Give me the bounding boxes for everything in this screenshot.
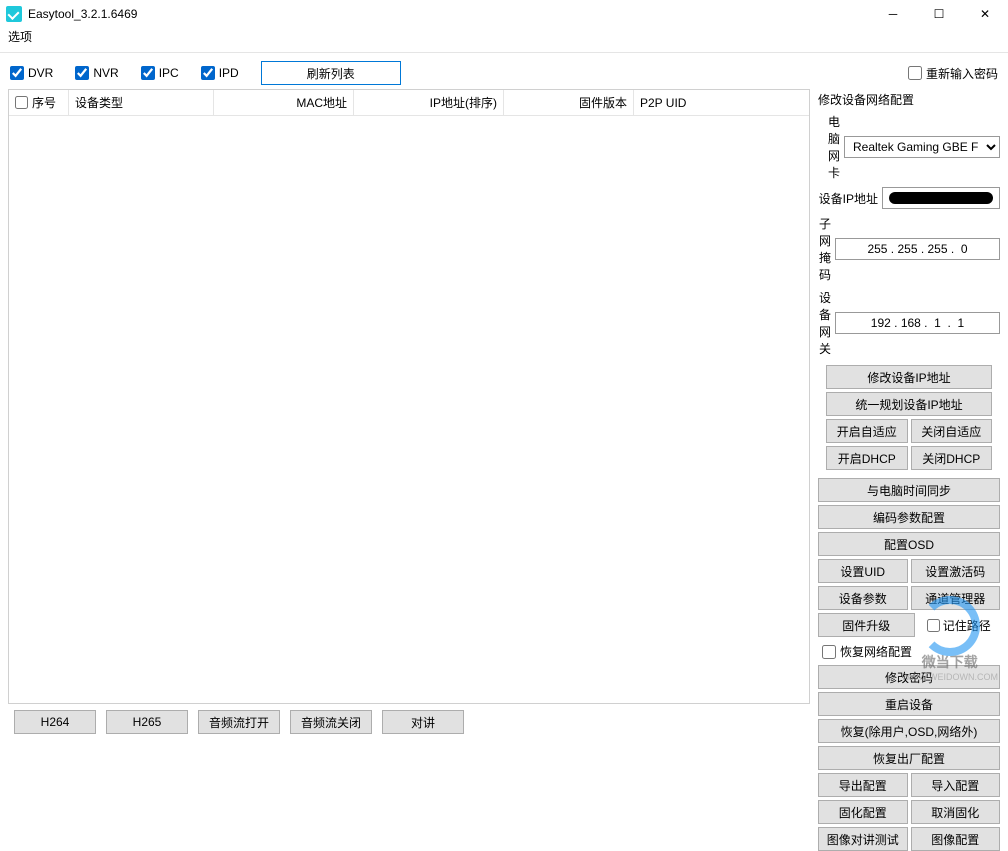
intercom-button[interactable]: 对讲 — [382, 710, 464, 734]
set-uid-button[interactable]: 设置UID — [818, 559, 908, 583]
checkbox-nvr[interactable]: NVR — [75, 66, 118, 80]
th-ip[interactable]: IP地址(排序) — [354, 90, 504, 115]
restore-network-checkbox[interactable]: 恢复网络配置 — [822, 643, 1000, 660]
table-header: 序号 设备类型 MAC地址 IP地址(排序) 固件版本 P2P UID — [9, 90, 809, 116]
checkbox-dvr-input[interactable] — [10, 66, 24, 80]
refresh-button[interactable]: 刷新列表 — [261, 61, 401, 85]
th-mac[interactable]: MAC地址 — [214, 90, 354, 115]
menu-options[interactable]: 选项 — [8, 30, 32, 44]
checkbox-ipd[interactable]: IPD — [201, 66, 239, 80]
nic-label: 电脑网卡 — [818, 113, 840, 181]
th-p2p[interactable]: P2P UID — [634, 90, 809, 115]
h264-button[interactable]: H264 — [14, 710, 96, 734]
window-title: Easytool_3.2.1.6469 — [28, 7, 137, 21]
checkbox-reenter-password-input[interactable] — [908, 66, 922, 80]
restore-except-button[interactable]: 恢复(除用户,OSD,网络外) — [818, 719, 1000, 743]
checkbox-nvr-label: NVR — [93, 66, 118, 80]
restart-device-button[interactable]: 重启设备 — [818, 692, 1000, 716]
select-all-checkbox[interactable] — [15, 96, 28, 109]
image-config-button[interactable]: 图像配置 — [911, 827, 1001, 851]
th-device-type[interactable]: 设备类型 — [69, 90, 214, 115]
enable-dhcp-button[interactable]: 开启DHCP — [826, 446, 908, 470]
th-seq-label: 序号 — [32, 94, 56, 111]
export-config-button[interactable]: 导出配置 — [818, 773, 908, 797]
solidify-config-button[interactable]: 固化配置 — [818, 800, 908, 824]
checkbox-ipc[interactable]: IPC — [141, 66, 179, 80]
checkbox-dvr[interactable]: DVR — [10, 66, 53, 80]
remember-path-label: 记住路径 — [943, 617, 991, 634]
gateway-label: 设备网关 — [818, 289, 831, 357]
remember-path-input[interactable] — [927, 619, 940, 632]
audio-close-button[interactable]: 音频流关闭 — [290, 710, 372, 734]
subnet-input[interactable] — [835, 238, 1000, 260]
toolbar: DVR NVR IPC IPD 刷新列表 重新输入密码 — [0, 57, 1008, 89]
checkbox-reenter-password[interactable]: 重新输入密码 — [908, 65, 998, 82]
separator — [0, 52, 1008, 53]
time-sync-button[interactable]: 与电脑时间同步 — [818, 478, 1000, 502]
osd-config-button[interactable]: 配置OSD — [818, 532, 1000, 556]
checkbox-reenter-password-label: 重新输入密码 — [926, 65, 998, 82]
device-table[interactable]: 序号 设备类型 MAC地址 IP地址(排序) 固件版本 P2P UID — [8, 89, 810, 704]
app-icon — [6, 6, 22, 22]
disable-adaptive-button[interactable]: 关闭自适应 — [911, 419, 993, 443]
subnet-label: 子网掩码 — [818, 215, 831, 283]
enable-adaptive-button[interactable]: 开启自适应 — [826, 419, 908, 443]
image-intercom-test-button[interactable]: 图像对讲测试 — [818, 827, 908, 851]
restore-factory-button[interactable]: 恢复出厂配置 — [818, 746, 1000, 770]
nic-select[interactable]: Realtek Gaming GBE F — [844, 136, 1000, 158]
restore-network-label: 恢复网络配置 — [840, 643, 912, 660]
table-body — [9, 116, 809, 676]
network-config-panel: 修改设备网络配置 电脑网卡 Realtek Gaming GBE F 设备IP地… — [810, 89, 1004, 704]
modify-password-button[interactable]: 修改密码 — [818, 665, 1000, 689]
modify-ip-button[interactable]: 修改设备IP地址 — [826, 365, 992, 389]
maximize-button[interactable]: ☐ — [916, 0, 962, 28]
encode-config-button[interactable]: 编码参数配置 — [818, 505, 1000, 529]
audio-open-button[interactable]: 音频流打开 — [198, 710, 280, 734]
close-button[interactable]: ✕ — [962, 0, 1008, 28]
minimize-button[interactable]: ─ — [870, 0, 916, 28]
titlebar: Easytool_3.2.1.6469 ─ ☐ ✕ — [0, 0, 1008, 28]
restore-network-input[interactable] — [822, 645, 836, 659]
disable-dhcp-button[interactable]: 关闭DHCP — [911, 446, 993, 470]
firmware-upgrade-button[interactable]: 固件升级 — [818, 613, 915, 637]
checkbox-ipd-label: IPD — [219, 66, 239, 80]
channel-manager-button[interactable]: 通道管理器 — [911, 586, 1001, 610]
panel-title: 修改设备网络配置 — [818, 91, 1000, 108]
checkbox-ipc-input[interactable] — [141, 66, 155, 80]
cancel-solidify-button[interactable]: 取消固化 — [911, 800, 1001, 824]
checkbox-nvr-input[interactable] — [75, 66, 89, 80]
import-config-button[interactable]: 导入配置 — [911, 773, 1001, 797]
device-ip-input[interactable] — [882, 187, 1000, 209]
horizontal-scrollbar[interactable] — [9, 676, 809, 693]
remember-path-checkbox[interactable]: 记住路径 — [918, 617, 1001, 634]
checkbox-dvr-label: DVR — [28, 66, 53, 80]
gateway-input[interactable] — [835, 312, 1000, 334]
th-seq[interactable]: 序号 — [9, 90, 69, 115]
h265-button[interactable]: H265 — [106, 710, 188, 734]
device-ip-label: 设备IP地址 — [818, 190, 878, 207]
set-activation-button[interactable]: 设置激活码 — [911, 559, 1001, 583]
checkbox-ipc-label: IPC — [159, 66, 179, 80]
th-firmware[interactable]: 固件版本 — [504, 90, 634, 115]
plan-ip-button[interactable]: 统一规划设备IP地址 — [826, 392, 992, 416]
menubar: 选项 — [0, 28, 1008, 48]
device-params-button[interactable]: 设备参数 — [818, 586, 908, 610]
checkbox-ipd-input[interactable] — [201, 66, 215, 80]
